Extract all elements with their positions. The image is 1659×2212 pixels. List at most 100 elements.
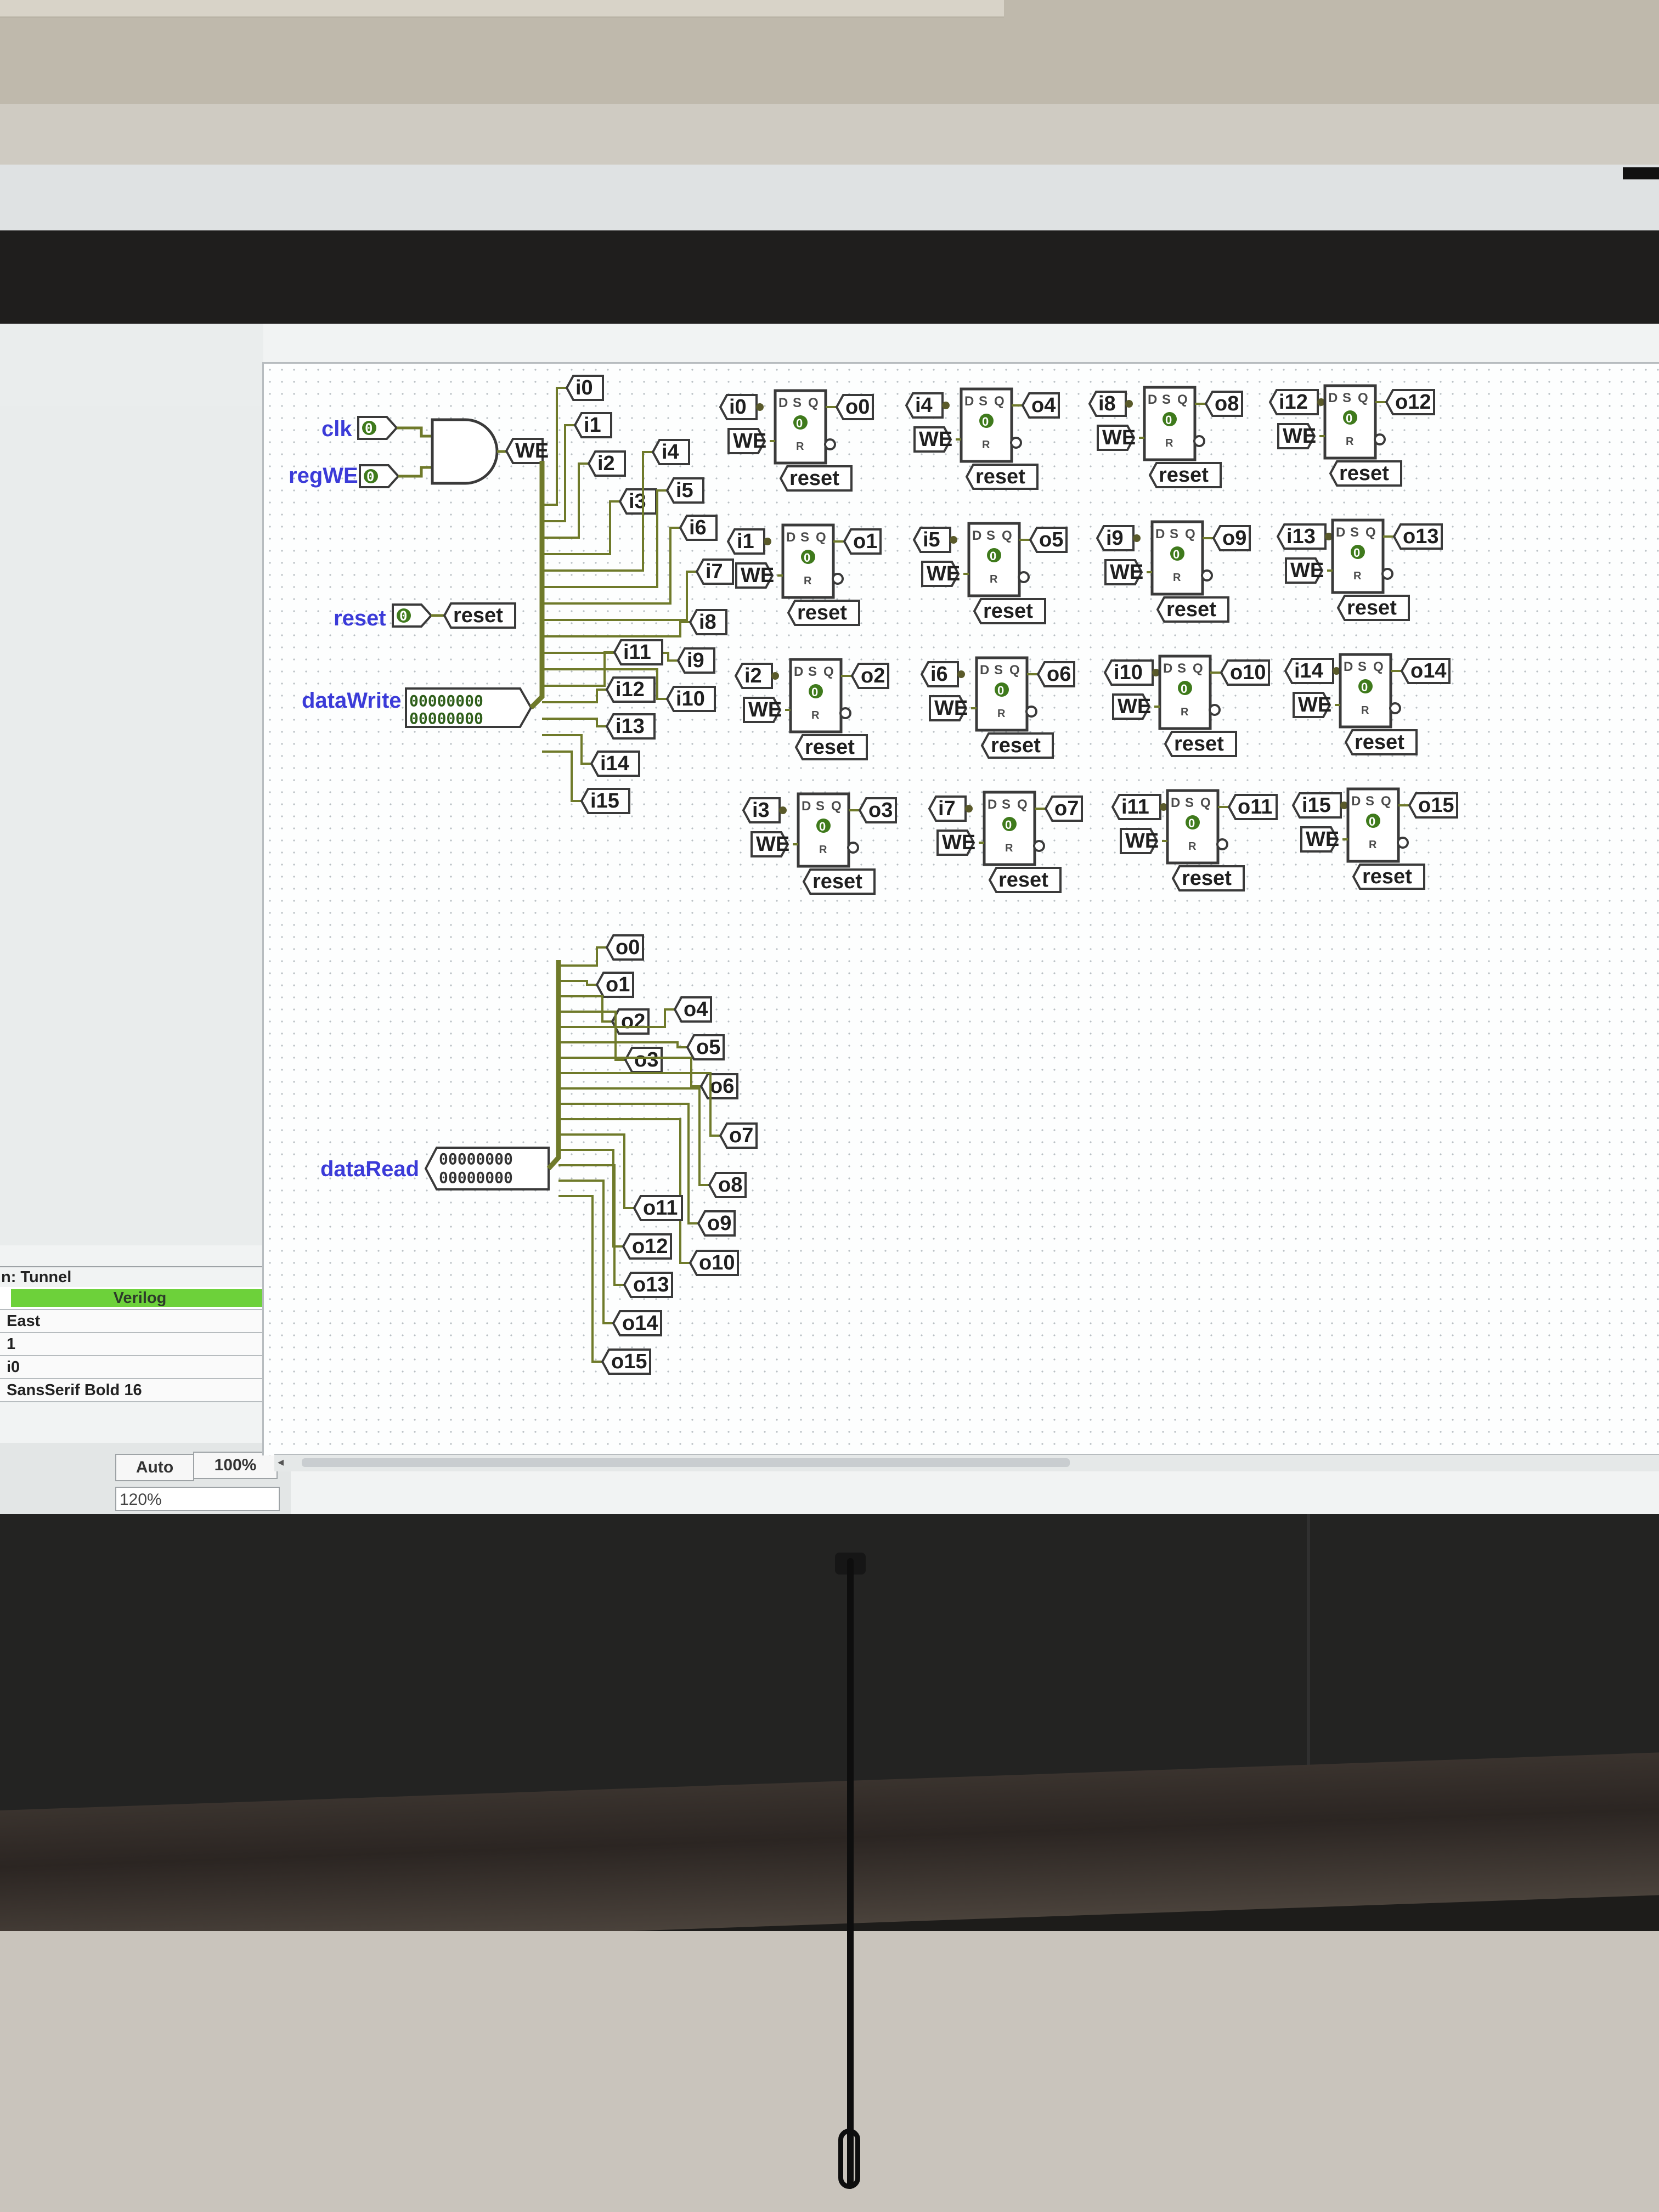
output-tunnel-o12-label: o12 <box>632 1235 668 1258</box>
ff-input-tunnel-i3-label: i3 <box>752 799 770 822</box>
flipflop-6-d: D <box>980 663 989 678</box>
and-gate <box>431 418 499 485</box>
output-bus <box>546 960 561 1171</box>
regwe-pin-value: 0 <box>366 469 374 484</box>
attribute-row-label[interactable]: i0 <box>0 1356 277 1379</box>
attribute-row-label-type[interactable]: Verilog <box>0 1287 277 1310</box>
circuit-schematic: clk regWE reset dataWrite dataRead 0 0 0 WE reset… <box>289 375 1458 1375</box>
flipflop-8-d: D <box>1148 392 1157 407</box>
attribute-value: Verilog <box>11 1289 269 1307</box>
projected-app-window: n: Tunnel Verilog East 1 i0 SansSerif Bo… <box>0 324 1659 1514</box>
flipflop-1-q: Q <box>816 530 826 545</box>
ff-reset-tunnel-6-label: reset <box>991 734 1041 757</box>
ff-output-tunnel-o14-label: o14 <box>1410 659 1446 682</box>
output-tunnel-o13-label: o13 <box>633 1273 669 1296</box>
ff-reset-tunnel-7-label: reset <box>998 868 1048 891</box>
flipflop-5-state: 0 <box>990 549 996 563</box>
output-wire-o0 <box>558 946 607 967</box>
ff-input-tunnel-i15-label: i15 <box>1302 794 1331 817</box>
scrollbar-thumb[interactable] <box>302 1458 1070 1467</box>
flipflop-11-state: 0 <box>1188 816 1195 830</box>
attribute-row-data-bits[interactable]: 1 <box>0 1333 277 1356</box>
flipflop-4-qbar <box>1010 437 1022 449</box>
flipflop-11-r: R <box>1188 840 1197 853</box>
input-tunnel-i7-label: i7 <box>706 560 723 583</box>
clk-label: clk <box>321 417 352 441</box>
output-tunnel-o7-label: o7 <box>729 1124 753 1147</box>
ff-output-tunnel-o10-label: o10 <box>1230 661 1266 684</box>
input-tunnel-i5-label: i5 <box>676 479 693 502</box>
output-tunnel-o2-label: o2 <box>621 1010 645 1033</box>
lower-wall <box>0 1931 1659 2212</box>
flipflop-6-q: Q <box>1009 663 1020 678</box>
horizontal-scrollbar[interactable]: ◂ <box>274 1454 1659 1471</box>
output-tunnel-o5-label: o5 <box>696 1036 720 1059</box>
zoom-auto-button[interactable]: Auto <box>115 1454 194 1481</box>
output-wire-o2 <box>558 995 612 1023</box>
output-tunnel-o15-label: o15 <box>611 1350 647 1373</box>
ff-output-tunnel-o11-label: o11 <box>1238 795 1272 819</box>
attribute-row-font[interactable]: SansSerif Bold 16 <box>0 1379 277 1402</box>
flipflop-9-state: 0 <box>1173 548 1180 561</box>
flipflop-14-s: S <box>1358 659 1367 674</box>
clk-wire <box>397 426 432 438</box>
ff-we-tunnel-15-label: WE <box>1306 828 1339 851</box>
flipflop-13-state: 0 <box>1353 546 1360 560</box>
flipflop-2-state: 0 <box>811 685 818 699</box>
scroll-left-icon[interactable]: ◂ <box>278 1455 284 1469</box>
flipflop-5-q: Q <box>1002 528 1012 543</box>
input-tunnel-i13-label: i13 <box>616 715 645 738</box>
ff-reset-tunnel-8-label: reset <box>1159 464 1209 487</box>
ff-we-tunnel-11-label: WE <box>1125 830 1159 853</box>
ff-input-tunnel-i13-label: i13 <box>1286 525 1316 548</box>
ff-reset-tunnel-5-label: reset <box>983 600 1033 623</box>
output-tunnel-o8-label: o8 <box>718 1173 742 1197</box>
ff-input-dot-i2 <box>771 672 779 680</box>
flipflop-11-s: S <box>1185 795 1194 810</box>
input-tunnel-i0-label: i0 <box>575 376 593 399</box>
ff-we-tunnel-9-label: WE <box>1110 561 1143 584</box>
ceiling <box>0 0 1659 104</box>
output-tunnel-o0-label: o0 <box>616 936 640 959</box>
ff-we-tunnel-7-label: WE <box>942 831 975 854</box>
flipflop-3-qbar <box>847 842 859 854</box>
flipflop-4-d: D <box>964 394 974 409</box>
flipflop-0-state: 0 <box>796 416 803 430</box>
zoom-100-button[interactable]: 100% <box>193 1452 278 1479</box>
flipflop-10-state: 0 <box>1181 682 1187 696</box>
flipflop-10-q: Q <box>1193 661 1203 676</box>
ff-output-tunnel-o12-label: o12 <box>1395 391 1431 414</box>
output-tunnel-o3-label: o3 <box>634 1048 658 1071</box>
flipflop-7-q: Q <box>1017 797 1028 812</box>
flipflop-10-d: D <box>1163 661 1172 676</box>
flipflop-15-state: 0 <box>1369 815 1375 828</box>
input-tunnel-i15-label: i15 <box>590 789 619 812</box>
flipflop-5-d: D <box>972 528 981 543</box>
reset-pin-value: 0 <box>399 608 407 624</box>
input-wire-i15 <box>542 751 582 802</box>
ff-we-tunnel-8-label: WE <box>1102 426 1136 449</box>
attribute-row-facing[interactable]: East <box>0 1310 277 1333</box>
flipflop-13-d: D <box>1336 525 1345 540</box>
zoom-input[interactable]: 120% <box>115 1487 280 1511</box>
flipflop-15-q: Q <box>1381 794 1391 809</box>
flipflop-7-r: R <box>1005 842 1013 854</box>
ff-input-dot-i9 <box>1133 534 1141 542</box>
flipflop-2-d: D <box>794 664 803 679</box>
ff-reset-tunnel-15-label: reset <box>1362 865 1412 888</box>
flipflop-7-s: S <box>1002 797 1011 812</box>
ff-input-tunnel-i8-label: i8 <box>1098 392 1116 415</box>
ff-we-tunnel-6-label: WE <box>934 697 968 720</box>
output-wire-o3 <box>558 1011 625 1061</box>
ff-reset-tunnel-13-label: reset <box>1347 596 1397 619</box>
flipflop-5-r: R <box>990 573 998 585</box>
flipflop-9-q: Q <box>1185 527 1195 541</box>
regwe-wire <box>398 466 432 478</box>
ff-input-tunnel-i4-label: i4 <box>915 394 933 417</box>
chalkboard-seam <box>1307 1514 1310 1799</box>
ff-we-tunnel-13-label: WE <box>1290 559 1324 582</box>
input-wire-i3 <box>542 500 620 555</box>
flipflop-3-d: D <box>802 799 811 814</box>
ff-we-tunnel-3-label: WE <box>756 833 789 856</box>
flipflop-9-d: D <box>1155 527 1165 541</box>
